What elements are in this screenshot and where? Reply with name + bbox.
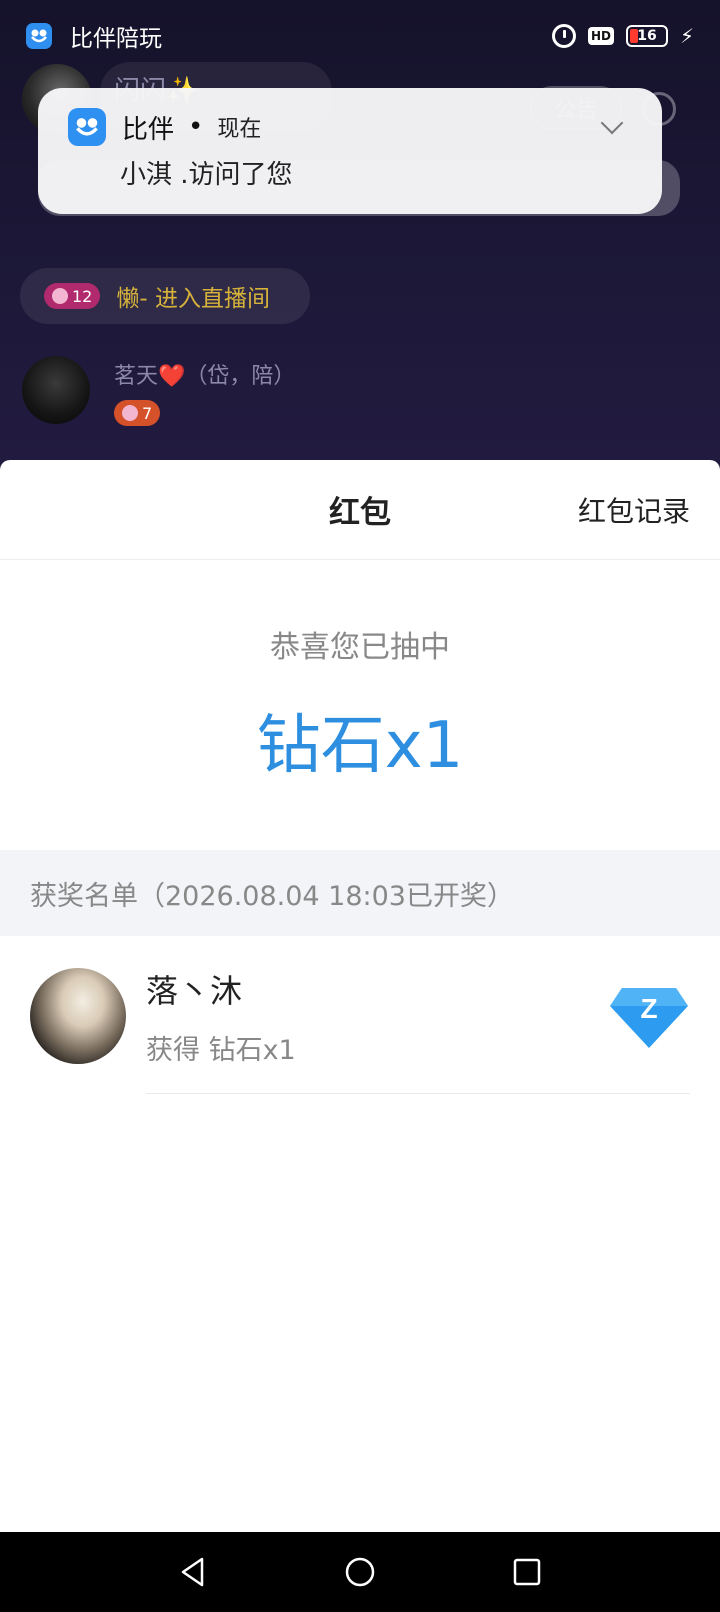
sheet-title: 红包 [329, 495, 391, 531]
divider [146, 1093, 690, 1094]
win-prize: 钻石x1 [256, 709, 464, 783]
level-badge: 7 [114, 400, 161, 426]
winner-name: 落丶沐 [146, 972, 243, 1010]
home-icon[interactable] [340, 1552, 380, 1592]
diamond-letter: Z [640, 993, 657, 1024]
app-icon [68, 108, 106, 146]
win-result: 恭喜您已抽中 钻石x1 [0, 560, 720, 850]
winner-list-header: 获奖名单（2026.08.04 18:03已开奖） [0, 850, 720, 936]
hd-icon: HD [587, 27, 614, 45]
winner-prize: 获得 钻石x1 [146, 1035, 296, 1066]
win-caption: 恭喜您已抽中 [270, 630, 450, 665]
navigation-bar [0, 1532, 720, 1612]
level-badge: 12 [44, 283, 101, 309]
notification-message: 小淇 .访问了您 [120, 160, 293, 190]
red-packet-sheet: 红包 红包记录 恭喜您已抽中 钻石x1 获奖名单（2026.08.04 18:0… [0, 460, 720, 1532]
chevron-down-icon[interactable] [600, 111, 624, 135]
chat-user-name: 茗天❤️（岱，陪） [114, 364, 296, 389]
battery-level: 16 [637, 28, 657, 44]
notification[interactable]: 比伴 • 现在 小淇 .访问了您 [38, 88, 662, 214]
charging-icon: ⚡ [679, 24, 694, 48]
red-packet-record-link[interactable]: 红包记录 [578, 490, 690, 530]
diamond-icon: Z [610, 988, 688, 1048]
alarm-icon [551, 24, 576, 48]
recents-icon[interactable] [507, 1552, 547, 1592]
sheet-header: 红包 红包记录 [0, 460, 720, 560]
battery-icon: 16 [625, 25, 668, 47]
list-item: 落丶沐 获得 钻石x1 Z [0, 936, 720, 1096]
avatar [22, 356, 90, 424]
live-room-background: 比伴陪玩 HD 16 ⚡ 闪闪✨ 公告 12 懒- 进入直播间 茗天❤️（岱，陪… [0, 0, 720, 470]
notification-time: 现在 [217, 117, 262, 142]
chat-row: 茗天❤️（岱，陪） 7 [22, 356, 295, 426]
app-icon [26, 23, 52, 49]
notification-separator: • [188, 112, 204, 142]
back-icon[interactable] [173, 1552, 213, 1592]
notification-app-name: 比伴 [122, 114, 175, 145]
status-bar: 比伴陪玩 HD 16 ⚡ [0, 0, 720, 72]
status-app-name: 比伴陪玩 [70, 26, 162, 52]
avatar[interactable] [30, 968, 126, 1064]
enter-room-text: 懒- 进入直播间 [116, 286, 270, 312]
enter-room-message: 12 懒- 进入直播间 [20, 268, 310, 324]
